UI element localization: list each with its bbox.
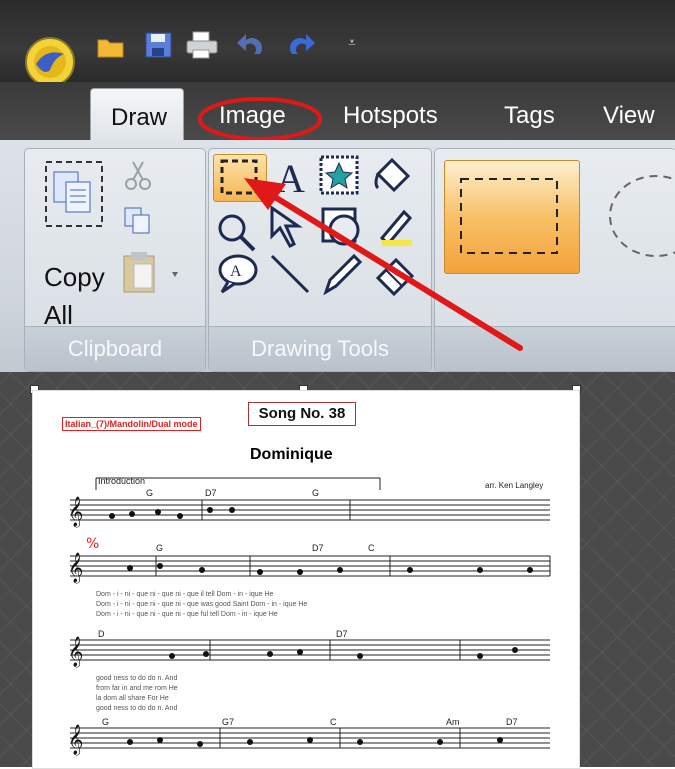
copy-icon[interactable] [123, 206, 153, 236]
app-logo-icon[interactable] [24, 36, 76, 88]
open-folder-icon[interactable] [96, 34, 126, 60]
song-title: Dominique [250, 446, 333, 463]
undo-icon[interactable] [234, 30, 270, 58]
category-label: Italian_(7)/Mandolin/Dual mode [62, 417, 201, 431]
tab-hotspots[interactable]: Hotspots [343, 102, 438, 130]
svg-text:%: % [86, 536, 99, 552]
customize-icon[interactable]: ⩡ [348, 34, 356, 51]
style-dashed-ellipse[interactable] [600, 160, 675, 272]
copy-all-icon[interactable] [44, 160, 106, 230]
svg-text:𝄞: 𝄞 [68, 552, 83, 584]
tab-view[interactable]: View [603, 102, 655, 130]
copy-all-label[interactable]: Copy All [44, 258, 105, 334]
quick-access-toolbar: ⩡ [0, 0, 675, 87]
svg-text:𝄞: 𝄞 [68, 636, 83, 668]
annotation-arrow [244, 178, 523, 351]
cut-icon[interactable] [123, 160, 153, 192]
chevron-down-icon [172, 272, 178, 277]
tab-draw[interactable]: Draw [90, 88, 184, 145]
sheet-music-staves: 𝄞 𝄞 𝄞 𝄞 % Dom - i - ni - que ni - que ni… [68, 477, 551, 756]
paste-icon[interactable] [122, 250, 186, 296]
highlight-ellipse [198, 97, 322, 141]
svg-text:good ness to do do n. And: good ness to do do n. And [96, 705, 177, 712]
svg-text:good ness to do do n. And: good ness to do do n. And [96, 675, 177, 682]
song-number: Song No. 38 [248, 402, 356, 426]
print-icon[interactable] [185, 30, 219, 60]
tab-draw-label: Draw [111, 104, 168, 131]
svg-text:la dom all share For He: la dom all share For He [96, 695, 169, 702]
svg-text:𝄞: 𝄞 [68, 724, 83, 756]
svg-text:Dom - i - ni - que ni - que ni: Dom - i - ni - que ni - que ni - que ful… [96, 611, 278, 618]
svg-text:Dom - i - ni - que ni - que ni: Dom - i - ni - que ni - que ni - que was… [96, 601, 307, 608]
save-icon[interactable] [144, 31, 174, 59]
tab-tags[interactable]: Tags [504, 102, 555, 130]
svg-text:Dom - i - ni - que ni - que ni: Dom - i - ni - que ni - que ni - que il … [96, 591, 274, 598]
svg-text:𝄞: 𝄞 [68, 496, 83, 528]
redo-icon[interactable] [282, 30, 318, 58]
svg-text:from far in and me rom H: from far in and me rom He [96, 685, 178, 692]
